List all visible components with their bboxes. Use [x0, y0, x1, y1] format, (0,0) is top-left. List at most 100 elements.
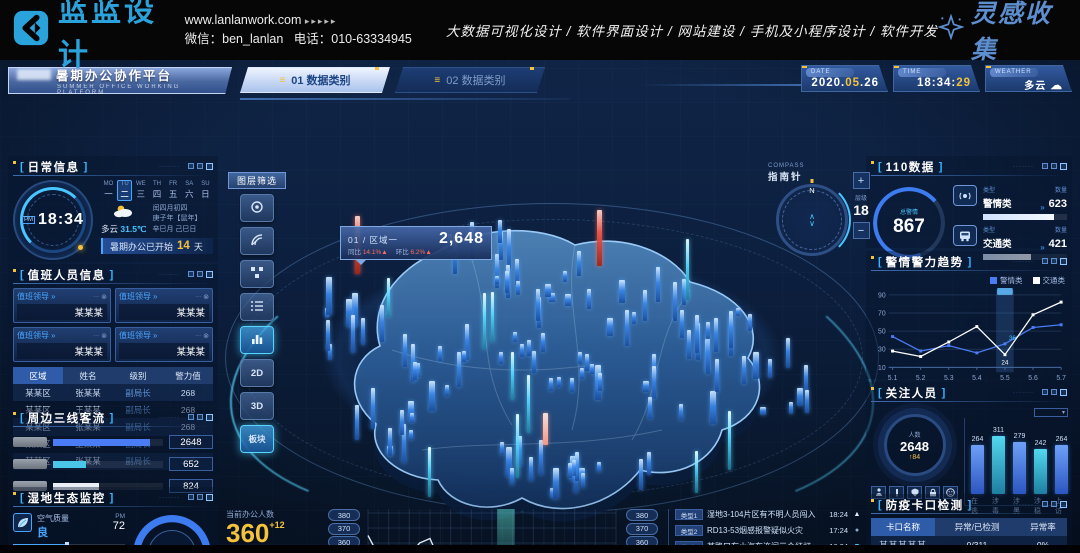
alert-time: 18:24 — [829, 510, 848, 519]
weekday-cell[interactable]: TH四 — [149, 180, 164, 201]
website-link[interactable]: www.lanlanwork.com — [185, 13, 302, 27]
y-axis-right: 380370360350340 — [626, 509, 658, 545]
logo-text: 蓝蓝设计 — [58, 0, 169, 74]
collect-badge[interactable]: 灵感收集 — [938, 0, 1062, 66]
svg-text:70: 70 — [878, 310, 886, 317]
table-header-cell[interactable]: 异常/已检测 — [935, 518, 1019, 536]
divider-line — [640, 84, 810, 86]
table-header-cell[interactable]: 异常率 — [1019, 518, 1067, 536]
duty-cards: 值班领导»···⊗ 某某某 值班领导»···⊗ 某某某 值班领导»···⊗ 某某… — [13, 288, 213, 362]
alert-history: 类型1 湿地3-104片区有不明人员闯入 18:24 ▲ 类型2 RD13-53… — [668, 507, 862, 545]
office-chart: 380370360350340 024681012141618202224 38… — [328, 507, 658, 545]
panel-title: 周边三线客流 — [28, 410, 106, 426]
alert-direction-icon: ▲ — [852, 511, 862, 518]
phone-label: 电话：010-63334945 — [294, 32, 412, 46]
duty-card[interactable]: 值班领导»···⊗ 某某某 — [13, 288, 111, 323]
tab-menu-icon: ≡ — [434, 75, 440, 86]
close-icon: ⊗ — [101, 293, 107, 301]
weekday-cell[interactable]: SA六 — [182, 180, 197, 201]
total-alarm-gauge: 总警情867 — [873, 187, 945, 259]
window-controls[interactable] — [1042, 163, 1067, 170]
bottom-strip: 当前办公人数 360+12 今日数据 历史数据 380370360350340 … — [226, 507, 862, 545]
focus-bar-chart: ▾ 264在逃311涉毒279涉黑242涉稳264上访 — [964, 410, 1068, 506]
window-controls[interactable] — [188, 414, 213, 421]
camera-layer-button[interactable] — [240, 194, 274, 222]
alert-time: 17:24 — [829, 526, 848, 535]
table-header-cell[interactable]: 姓名 — [63, 367, 113, 384]
table-header-cell[interactable]: 卡口名称 — [871, 518, 935, 536]
svg-text:90: 90 — [878, 292, 886, 299]
chevron-right-icon: » — [51, 331, 55, 340]
y-tick-chip: 360 — [626, 536, 658, 545]
window-controls[interactable] — [188, 271, 213, 278]
duty-card[interactable]: 值班领导»···⊗ 某某某 — [115, 327, 213, 362]
chevron-right-icon: » — [1040, 203, 1044, 212]
zoom-out-button[interactable]: − — [853, 222, 870, 239]
table-header-cell[interactable]: 级别 — [113, 367, 163, 384]
lunar-calendar: 闰四月初四庚子年【鼠年】辛巳月 己巳日 — [152, 204, 201, 236]
tab-data-category[interactable]: ≡01 数据类别 — [240, 67, 390, 93]
list-layer-button[interactable] — [240, 293, 274, 321]
table-row[interactable]: 某某某某某0/3110% — [871, 536, 1067, 545]
window-controls[interactable] — [1042, 258, 1067, 265]
bar-chart-layer-button[interactable] — [240, 326, 274, 354]
weekday-cell[interactable]: WE三 — [133, 180, 148, 201]
window-controls[interactable] — [188, 163, 213, 170]
logo[interactable]: 蓝蓝设计 — [12, 0, 169, 74]
tab-data-category[interactable]: ≡02 数据类别 — [395, 67, 545, 93]
weekday-cell[interactable]: SU日 — [198, 180, 213, 201]
2d-layer-button[interactable]: 2D — [240, 359, 274, 387]
y-tick-chip: 380 — [328, 509, 360, 521]
chart-legend[interactable]: 警情类 交通类 — [873, 275, 1065, 286]
weekday-cell[interactable]: MO一 — [101, 180, 116, 201]
y-tick-chip: 360 — [328, 536, 360, 545]
table-header-cell[interactable]: 区域 — [13, 367, 63, 384]
tab-notch — [530, 66, 534, 70]
flow-bars: 2648652824 — [13, 435, 213, 493]
panel-duty-info: [值班人员信息]······· 值班领导»···⊗ 某某某 值班领导»···⊗ … — [8, 264, 218, 405]
cloud-icon: ☁ — [1051, 80, 1064, 92]
deploy-layer-button[interactable] — [240, 260, 274, 288]
duty-card[interactable]: 值班领导»···⊗ 某某某 — [13, 327, 111, 362]
clock-time: 18:34 — [38, 211, 84, 229]
clock-widget: PM18:34 — [13, 180, 93, 260]
ampm-label: PM — [22, 216, 35, 224]
redacted-label — [13, 437, 47, 447]
panel-daily-info: [日常信息]······· PM18:34 MO一TU二WE三TH四FR五SA六… — [8, 156, 218, 262]
sun-cloud-icon — [101, 204, 146, 223]
chevron-down-icon: ∨ — [809, 220, 815, 227]
chevron-right-icon: » — [51, 292, 55, 301]
collect-label: 灵感收集 — [971, 0, 1062, 66]
promo-banner: 蓝蓝设计 www.lanlanwork.com ▸▸▸▸▸ 微信：ben_lan… — [0, 0, 1080, 60]
alert-row[interactable]: 类型1 湿地3-104片区有不明人员闯入 18:24 ▲ — [675, 509, 862, 520]
weekday-cell[interactable]: TU二 — [117, 180, 132, 201]
panel-checkpoint: [防疫卡口检测]······· 卡口名称异常/已检测异常率 某某某某某0/311… — [866, 494, 1072, 545]
duty-card[interactable]: 值班领导»···⊗ 某某某 — [115, 288, 213, 323]
trend-line-chart: 90705030105.15.25.35.45.55.65.73624 — [871, 286, 1067, 388]
focus-gauge: 人数2648↑84 — [884, 414, 946, 476]
filter-dropdown[interactable]: ▾ — [1034, 408, 1068, 417]
map-3d[interactable] — [242, 200, 812, 530]
window-controls[interactable] — [188, 494, 213, 501]
plate-layer-button[interactable]: 板块 — [240, 425, 274, 453]
panel-title: 日常信息 — [28, 159, 80, 175]
map-zoom-controls: + 层级18 − — [849, 172, 873, 239]
bar-chart-icon — [250, 332, 264, 349]
window-controls[interactable] — [1042, 389, 1067, 396]
eco-gauge: ▶ 69% ◀ — [133, 515, 211, 545]
compass-dial[interactable]: N ∧ ∨ — [776, 184, 848, 256]
tooltip-yoy: 同比 14.1%▲ — [348, 246, 388, 256]
table-row[interactable]: 某某区张某某副局长268 — [13, 384, 213, 401]
alert-row[interactable]: 类型2 RD13-53烟感报警疑似火灾 17:24 ● — [675, 525, 862, 536]
radar-layer-button[interactable] — [240, 227, 274, 255]
window-controls[interactable] — [1042, 501, 1067, 508]
office-count: 360+12 — [226, 520, 318, 545]
chevron-up-icon: ∧ — [809, 213, 815, 220]
chevron-right-icon: » — [153, 331, 157, 340]
panel-eco-monitor: [湿地生态监控]······· 空气质量良 PM72 环境噪音正常 分贝61 — [8, 487, 218, 545]
3d-layer-button[interactable]: 3D — [240, 392, 274, 420]
table-header-cell[interactable]: 警力值 — [163, 367, 213, 384]
y-tick-chip: 380 — [626, 509, 658, 521]
zoom-in-button[interactable]: + — [853, 172, 870, 189]
weekday-cell[interactable]: FR五 — [166, 180, 181, 201]
